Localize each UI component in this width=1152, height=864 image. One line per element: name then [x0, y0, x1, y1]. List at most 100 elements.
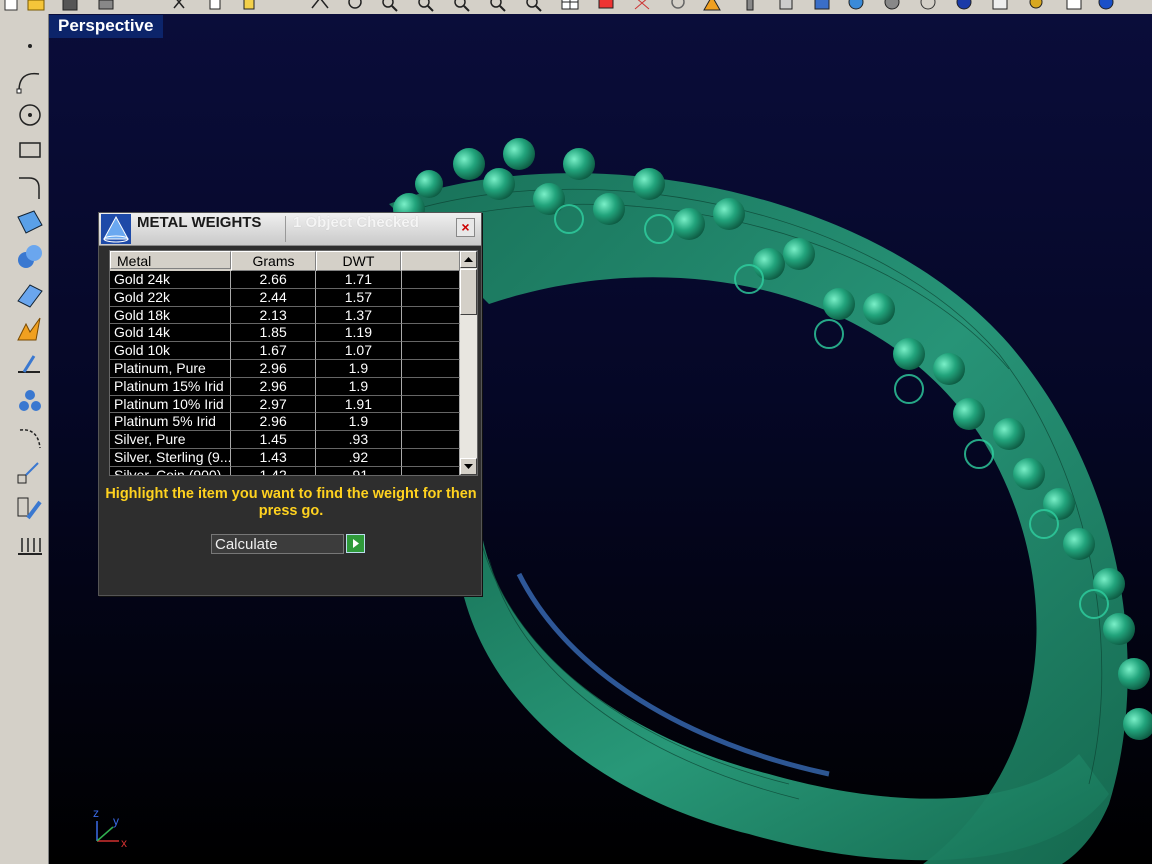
- calculate-dropdown[interactable]: Calculate: [211, 534, 344, 554]
- cell-metal: Silver, Coin (900): [110, 466, 231, 475]
- dialog-title: METAL WEIGHTS: [137, 214, 262, 231]
- point-icon[interactable]: [14, 32, 44, 62]
- cell-grams: 2.96: [230, 413, 317, 432]
- new-file-icon[interactable]: [2, 0, 22, 12]
- cell-empty: [401, 377, 461, 396]
- wire-sphere-icon[interactable]: [918, 0, 938, 12]
- zoom-target-icon[interactable]: [524, 0, 544, 12]
- warning-icon[interactable]: [702, 0, 722, 12]
- cell-grams: 2.13: [230, 306, 317, 325]
- surface-icon[interactable]: [14, 207, 44, 237]
- zoom-selected-icon[interactable]: [488, 0, 508, 12]
- cell-metal: Silver, Sterling (9...: [110, 448, 231, 467]
- zoom-extents-icon[interactable]: [452, 0, 472, 12]
- scroll-thumb[interactable]: [460, 269, 477, 315]
- boolean-icon[interactable]: [14, 314, 44, 344]
- layer-icon[interactable]: [596, 0, 616, 12]
- analyze-icon[interactable]: [14, 350, 44, 380]
- properties-icon[interactable]: [776, 0, 796, 12]
- table-row[interactable]: Gold 14k 1.85 1.19: [110, 324, 461, 343]
- table-row[interactable]: Platinum 15% Irid 2.96 1.9: [110, 377, 461, 396]
- cell-metal: Platinum 5% Irid: [110, 413, 231, 432]
- cell-empty: [401, 288, 461, 307]
- metal-weights-dialog: METAL WEIGHTS 1 Object Checked × Metal G…: [98, 212, 482, 596]
- shaded-sphere-icon[interactable]: [846, 0, 866, 12]
- cell-grams: 1.43: [230, 448, 317, 467]
- scroll-down-button[interactable]: [460, 458, 477, 475]
- fillet-icon[interactable]: [14, 172, 44, 202]
- table-row[interactable]: Platinum 5% Irid 2.96 1.9: [110, 413, 461, 432]
- table-row[interactable]: Platinum 10% Irid 2.97 1.91: [110, 395, 461, 414]
- go-button[interactable]: [346, 534, 365, 553]
- scale-icon[interactable]: [14, 457, 44, 487]
- viewport-label[interactable]: Perspective: [49, 15, 164, 38]
- patch-icon[interactable]: [14, 279, 44, 309]
- extrude-icon[interactable]: [14, 528, 44, 558]
- table-row[interactable]: Silver, Sterling (9... 1.43.92: [110, 448, 461, 467]
- blue-sphere-icon[interactable]: [954, 0, 974, 12]
- paste-icon[interactable]: [240, 0, 260, 12]
- objects-checked-status: 1 Object Checked: [293, 214, 419, 231]
- table-row[interactable]: Gold 22k 2.44 1.57: [110, 288, 461, 307]
- window-icon[interactable]: [1064, 0, 1084, 12]
- scroll-up-button[interactable]: [460, 251, 477, 268]
- grid-icon[interactable]: [632, 0, 652, 12]
- zoom-icon[interactable]: [380, 0, 400, 12]
- save-icon[interactable]: [60, 0, 80, 12]
- help-icon[interactable]: [1096, 0, 1116, 12]
- osnap-icon[interactable]: [668, 0, 688, 12]
- table-row[interactable]: Gold 18k 2.13 1.37: [110, 306, 461, 325]
- print-icon[interactable]: [96, 0, 116, 12]
- dialog-titlebar[interactable]: METAL WEIGHTS 1 Object Checked ×: [99, 213, 481, 246]
- table-row[interactable]: Silver, Coin (900) 1.42.91: [110, 466, 461, 475]
- curve-icon[interactable]: [14, 66, 44, 96]
- array-icon[interactable]: [14, 386, 44, 416]
- options-icon[interactable]: [990, 0, 1010, 12]
- close-button[interactable]: ×: [456, 218, 475, 237]
- table-row[interactable]: Silver, Pure 1.45.93: [110, 431, 461, 449]
- rotate-icon[interactable]: [14, 422, 44, 452]
- rotate-view-icon[interactable]: [345, 0, 365, 12]
- axis-indicator: z y x: [89, 799, 139, 850]
- metals-table[interactable]: Metal Grams DWT Gold 24k 2.66 1.71 Gold 22…: [109, 250, 478, 476]
- zoom-window-icon[interactable]: [416, 0, 436, 12]
- pan-icon[interactable]: [310, 0, 330, 12]
- gear-icon[interactable]: [1026, 0, 1046, 12]
- cell-dwt: 1.9: [316, 377, 402, 396]
- column-header-dwt[interactable]: DWT: [316, 251, 401, 271]
- spheres-icon[interactable]: [14, 242, 44, 272]
- cell-empty: [401, 324, 461, 343]
- cell-dwt: .91: [316, 466, 402, 475]
- pyramid-logo-icon: [101, 214, 131, 244]
- table-row[interactable]: Platinum, Pure 2.96 1.9: [110, 359, 461, 378]
- cell-empty: [401, 448, 461, 467]
- table-scrollbar[interactable]: [460, 251, 477, 475]
- open-folder-icon[interactable]: [26, 0, 46, 12]
- circle-icon[interactable]: [14, 100, 44, 130]
- cell-empty: [401, 306, 461, 325]
- column-header-grams[interactable]: Grams: [231, 251, 316, 271]
- axis-x-label: x: [121, 836, 127, 849]
- rectangle-icon[interactable]: [14, 135, 44, 165]
- cell-empty: [401, 342, 461, 360]
- cell-dwt: 1.19: [316, 324, 402, 343]
- cell-dwt: 1.91: [316, 395, 402, 414]
- table-row[interactable]: Gold 24k 2.66 1.71: [110, 271, 461, 289]
- cell-grams: 2.96: [230, 377, 317, 396]
- cell-metal: Gold 22k: [110, 288, 231, 307]
- material-sphere-icon[interactable]: [882, 0, 902, 12]
- cell-empty: [402, 466, 461, 475]
- light-icon[interactable]: [740, 0, 760, 12]
- top-toolbar: [0, 0, 1152, 15]
- cut-icon[interactable]: [170, 0, 190, 12]
- column-header-metal[interactable]: Metal: [110, 251, 231, 269]
- cell-dwt: .93: [316, 431, 402, 449]
- move-icon[interactable]: [14, 492, 44, 522]
- viewport-layout-icon[interactable]: [560, 0, 580, 12]
- cell-grams: 2.66: [230, 271, 317, 289]
- cell-metal: Platinum 15% Irid: [110, 377, 231, 396]
- render-icon[interactable]: [812, 0, 832, 12]
- table-row[interactable]: Gold 10k 1.67 1.07: [110, 342, 461, 360]
- copy-icon[interactable]: [206, 0, 226, 12]
- cell-empty: [401, 271, 461, 289]
